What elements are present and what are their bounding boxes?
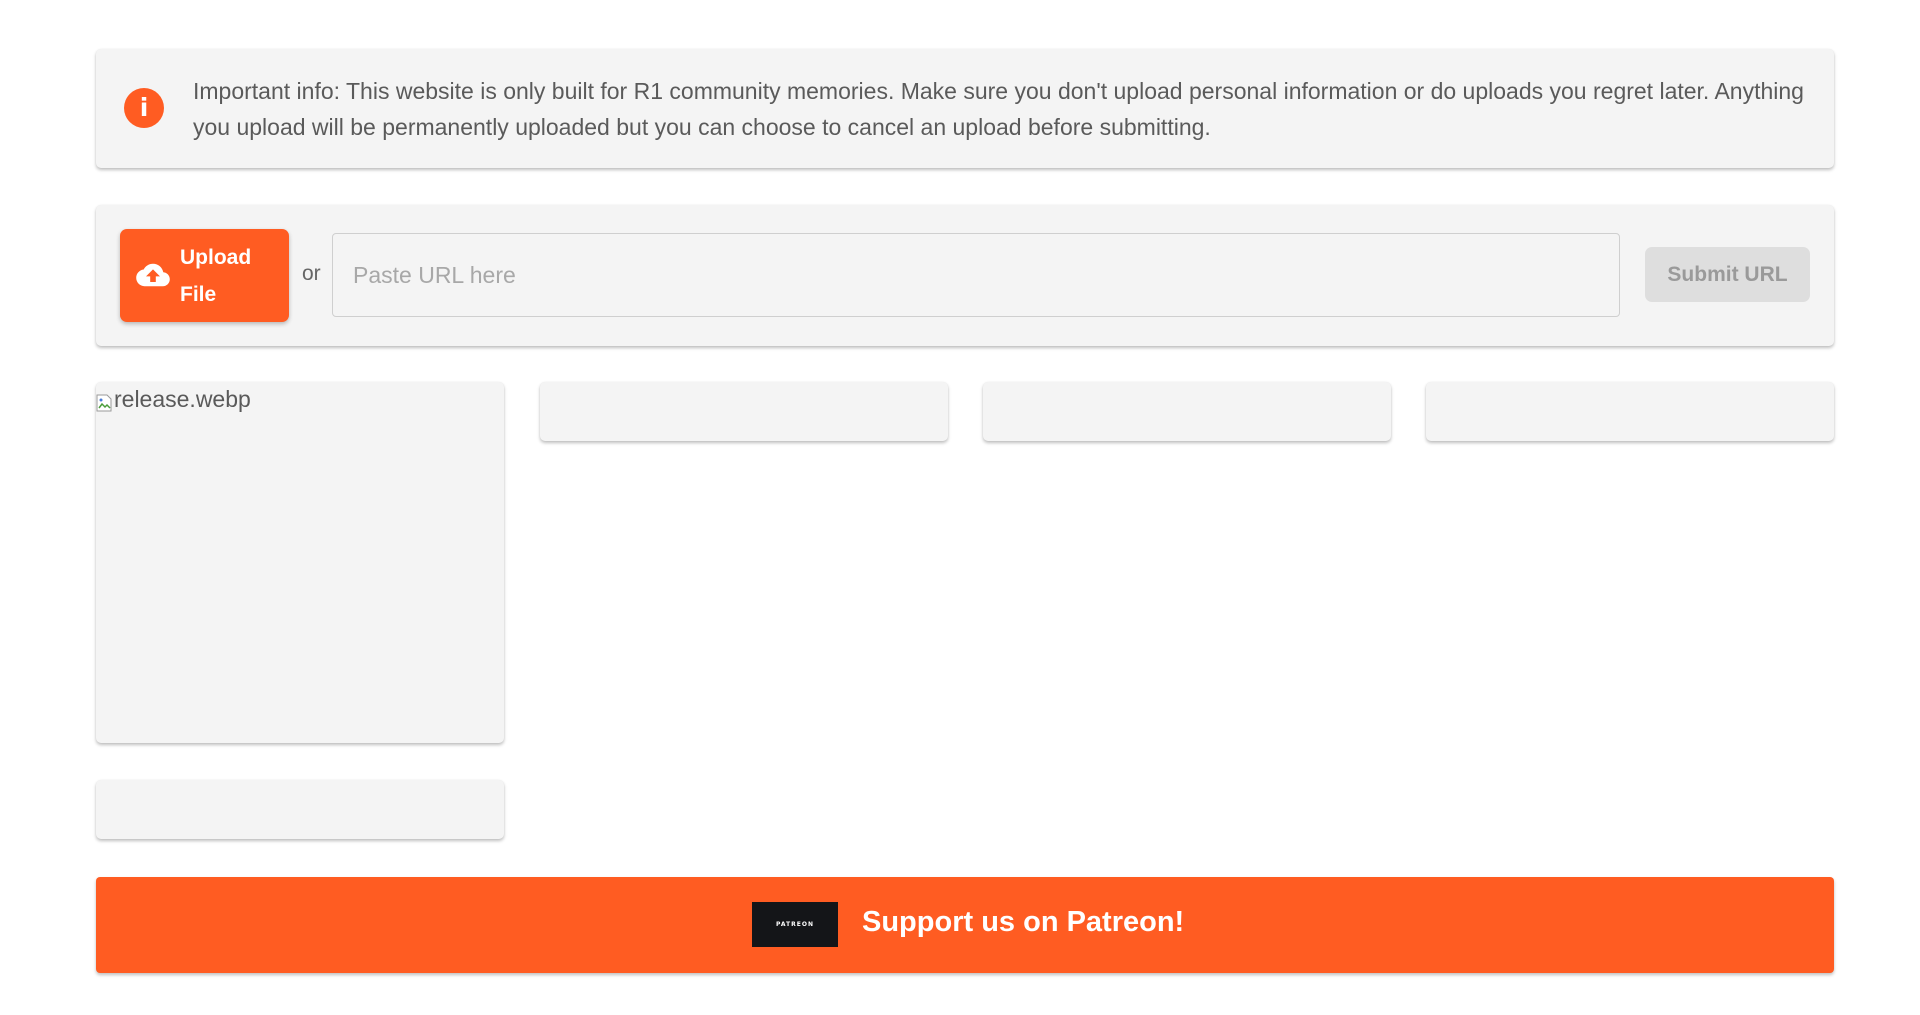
upload-file-button[interactable]: Upload File	[120, 229, 289, 322]
upload-bar: Upload File or Submit URL	[96, 205, 1834, 346]
submit-url-button[interactable]: Submit URL	[1645, 247, 1810, 302]
gallery-tile[interactable]	[1426, 382, 1834, 441]
info-text: Important info: This website is only bui…	[193, 78, 1804, 140]
broken-image: release.webp	[96, 386, 251, 413]
gallery-tile[interactable]	[96, 780, 504, 839]
info-icon: i	[124, 88, 164, 128]
info-banner: i Important info: This website is only b…	[96, 49, 1834, 168]
patreon-logo: PATREON	[752, 902, 838, 947]
broken-image-alt: release.webp	[114, 386, 251, 412]
cloud-upload-icon	[136, 263, 170, 287]
gallery-tile[interactable]	[983, 382, 1391, 441]
patreon-support-label: Support us on Patreon!	[862, 906, 1185, 938]
page: i Important info: This website is only b…	[0, 0, 1920, 1015]
gallery-tile-image[interactable]: release.webp	[96, 382, 504, 743]
upload-file-label: Upload File	[180, 246, 252, 306]
url-input[interactable]	[332, 233, 1620, 317]
or-separator: or	[302, 262, 321, 285]
patreon-support-button[interactable]: PATREON Support us on Patreon!	[96, 877, 1834, 973]
broken-image-icon	[96, 391, 112, 411]
gallery-tile[interactable]	[540, 382, 948, 441]
